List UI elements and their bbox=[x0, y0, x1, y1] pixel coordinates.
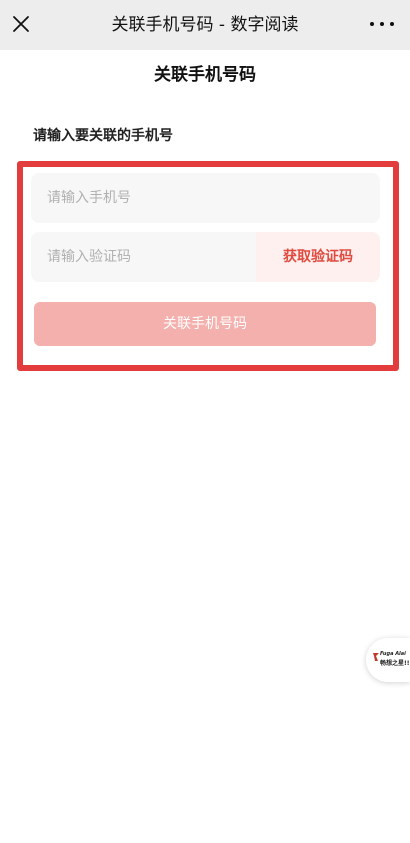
get-code-button[interactable]: 获取验证码 bbox=[256, 232, 380, 282]
top-navigation-bar: 关联手机号码 - 数字阅读 bbox=[0, 0, 410, 50]
code-field-container: 获取验证码 bbox=[31, 232, 380, 282]
phone-input[interactable] bbox=[31, 173, 367, 223]
badge-sub-text: Fuga Alai bbox=[380, 651, 406, 657]
section-label: 请输入要关联的手机号 bbox=[33, 128, 173, 144]
more-options-button[interactable] bbox=[370, 14, 394, 34]
more-dots-icon bbox=[390, 22, 394, 26]
window-title: 关联手机号码 - 数字阅读 bbox=[111, 15, 299, 35]
link-phone-button[interactable]: 关联手机号码 bbox=[34, 302, 376, 346]
phone-field-container bbox=[31, 173, 380, 223]
close-icon bbox=[13, 16, 29, 32]
badge-main-text: 畅想之星!! bbox=[380, 660, 410, 667]
page-title: 关联手机号码 bbox=[154, 65, 256, 85]
floating-app-badge[interactable]: Fuga Alai 畅想之星!! bbox=[366, 638, 410, 682]
more-dots-icon bbox=[380, 22, 384, 26]
verification-code-input[interactable] bbox=[31, 232, 247, 282]
app-logo-icon bbox=[373, 653, 379, 661]
close-button[interactable] bbox=[6, 9, 36, 39]
more-dots-icon bbox=[370, 22, 374, 26]
